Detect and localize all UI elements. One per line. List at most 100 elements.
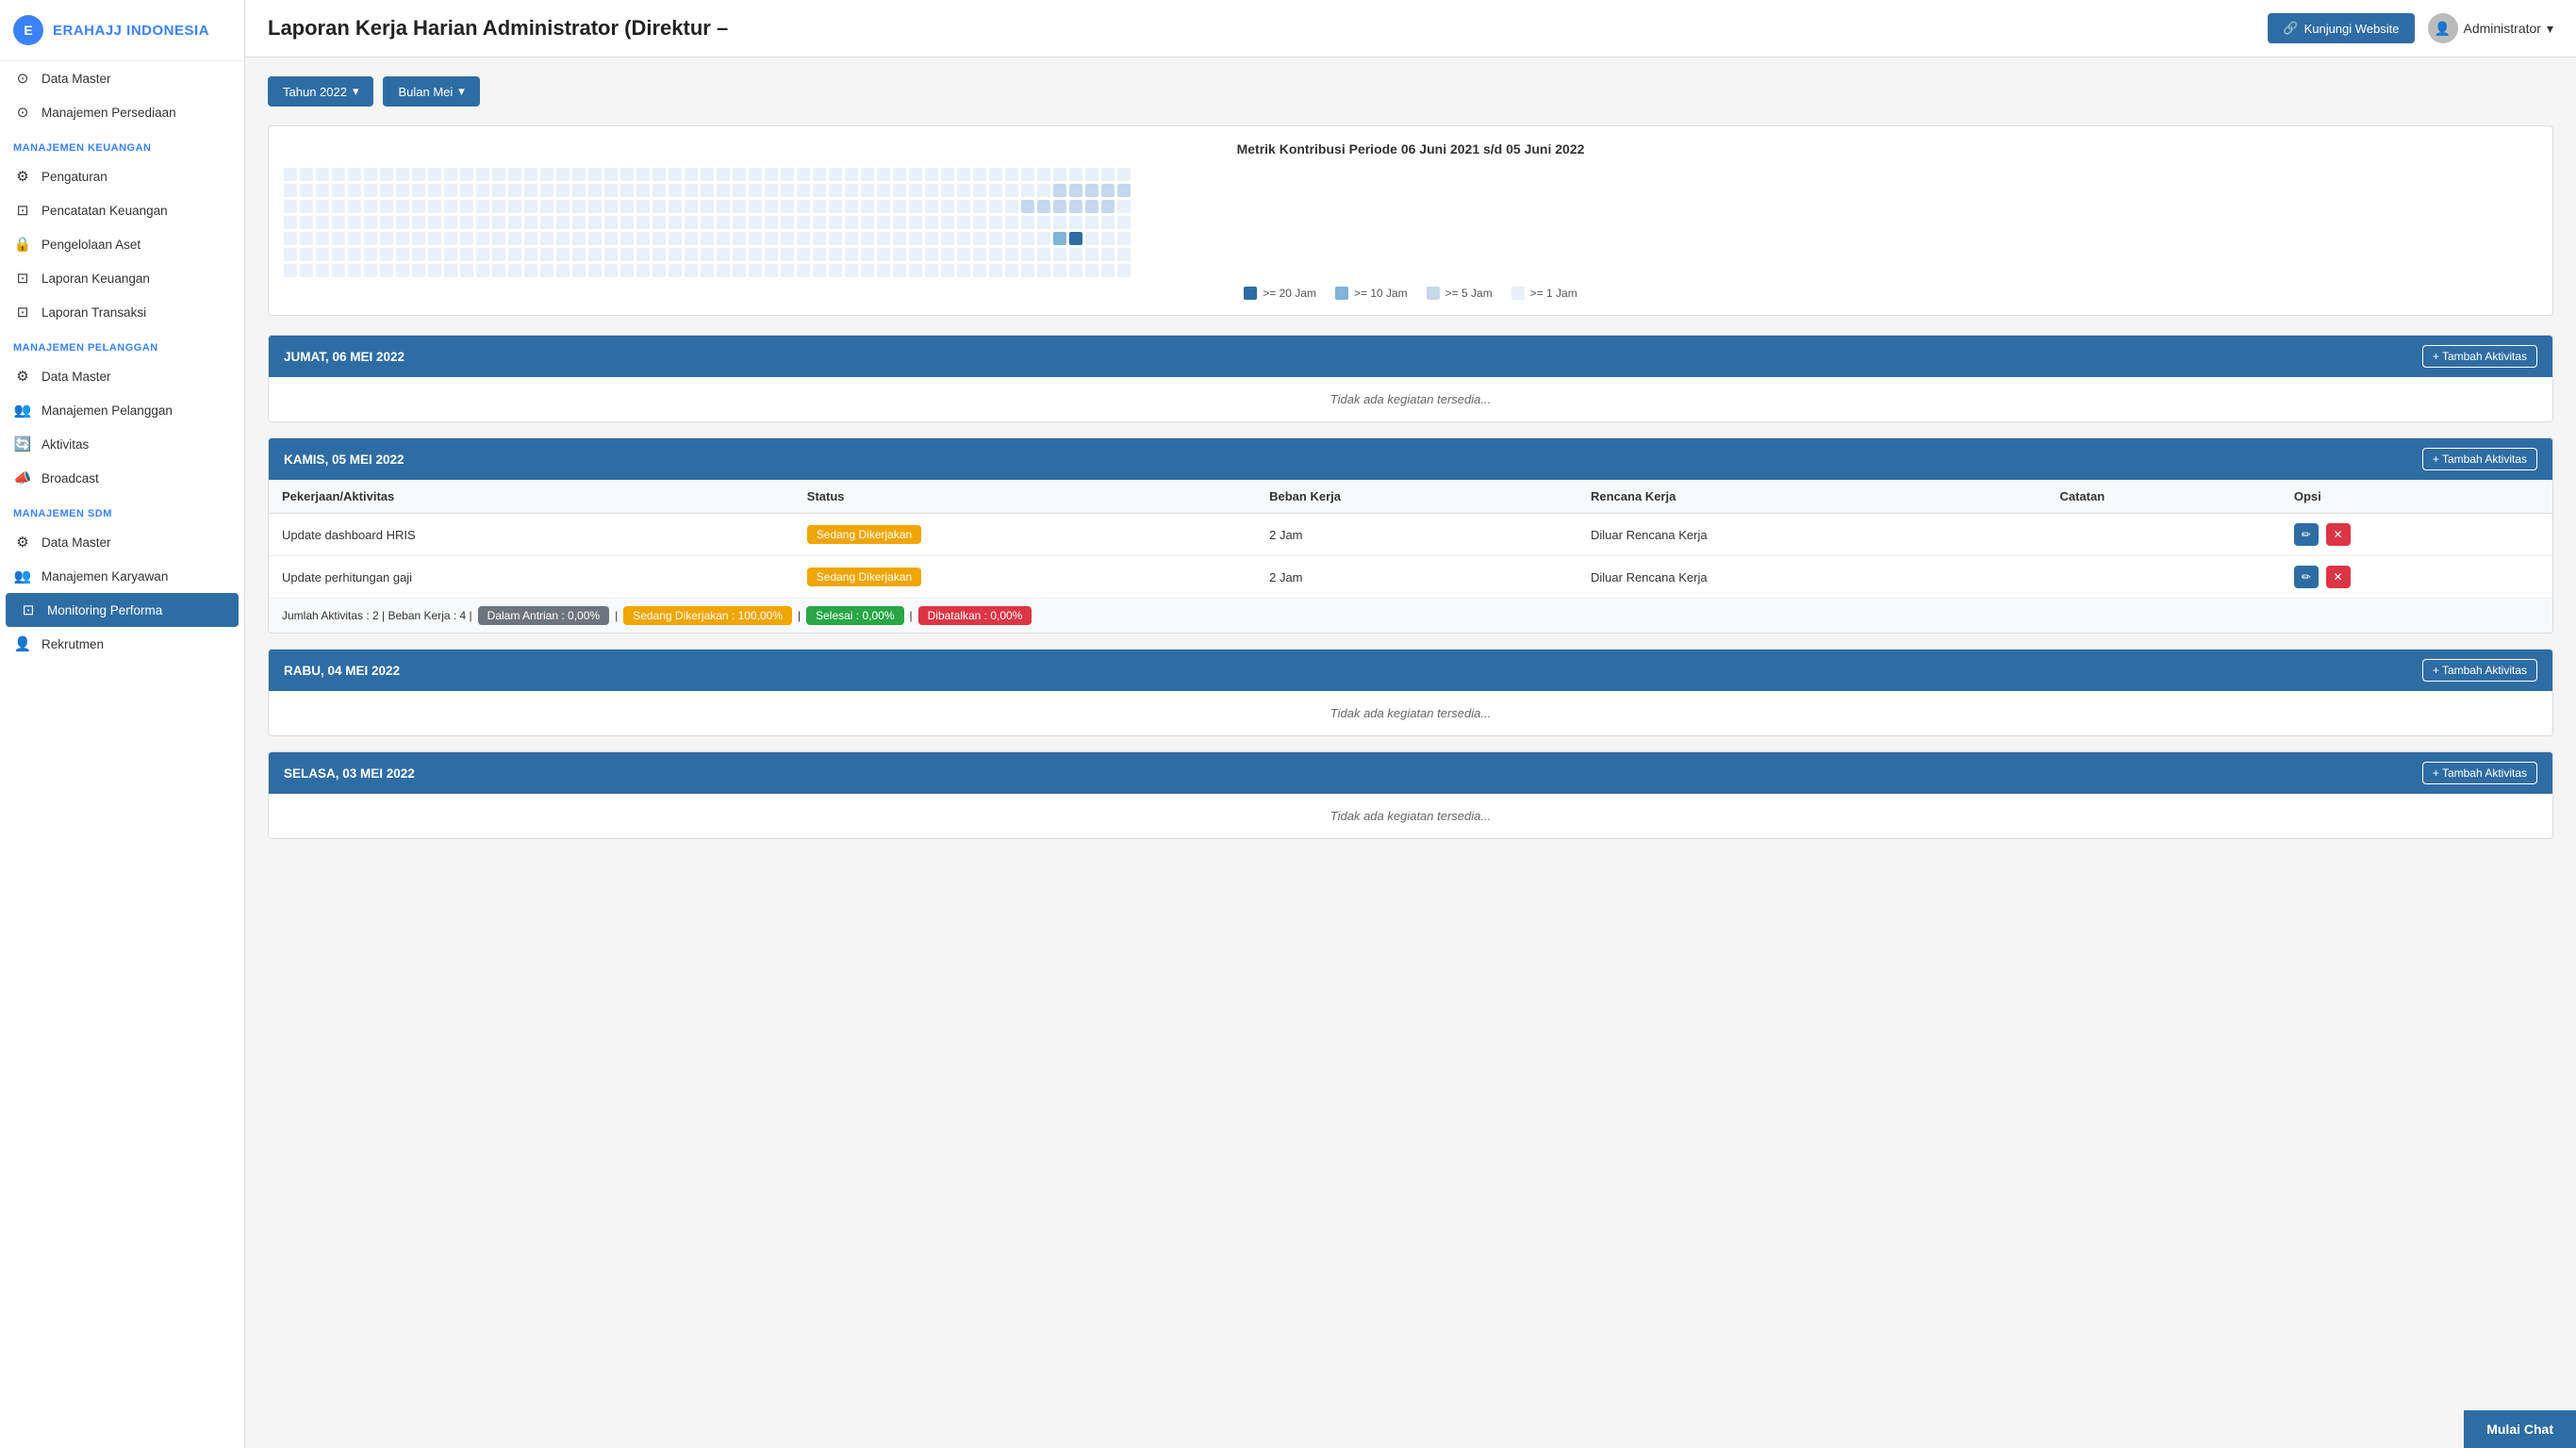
heatmap-cell: [845, 248, 858, 261]
heatmap-cell: [861, 216, 874, 229]
heatmap-cell: [620, 216, 634, 229]
heatmap-cell: [957, 168, 970, 181]
sidebar-item-data-master-top[interactable]: ⊙ Data Master: [0, 61, 244, 95]
cell-catatan: [2046, 556, 2280, 599]
tambah-aktivitas-jumat[interactable]: + Tambah Aktivitas: [2422, 345, 2537, 368]
heatmap-cell: [588, 248, 602, 261]
mulai-chat-button[interactable]: Mulai Chat: [2464, 1410, 2576, 1448]
tambah-aktivitas-kamis[interactable]: + Tambah Aktivitas: [2422, 448, 2537, 470]
heatmap-cell: [1053, 168, 1066, 181]
heatmap-cell: [765, 232, 778, 245]
sidebar-item-pengaturan[interactable]: ⚙ Pengaturan: [0, 159, 244, 193]
heatmap-cell: [829, 232, 842, 245]
heatmap-cell: [941, 264, 954, 277]
heatmap-cell: [749, 248, 762, 261]
heatmap-cell: [877, 200, 890, 213]
heatmap-cell: [925, 168, 938, 181]
heatmap-cell: [941, 232, 954, 245]
heatmap-cell: [893, 248, 906, 261]
content-area: Tahun 2022 ▾ Bulan Mei ▾ Metrik Kontribu…: [245, 58, 2576, 873]
legend-item-20: >= 20 Jam: [1244, 287, 1316, 300]
heatmap-cell: [813, 216, 826, 229]
cell-pekerjaan: Update dashboard HRIS: [269, 514, 794, 556]
day-header-selasa: SELASA, 03 MEI 2022 + Tambah Aktivitas: [269, 752, 2552, 794]
badge-dibatalkan: Dibatalkan : 0,00%: [918, 606, 1032, 625]
logo-text: ERAHAJJ INDONESIA: [53, 23, 209, 39]
delete-button-1[interactable]: ✕: [2326, 523, 2351, 546]
heatmap-cell: [749, 232, 762, 245]
sidebar-item-label: Data Master: [41, 535, 111, 550]
sidebar-item-manajemen-pelanggan[interactable]: 👥 Manajemen Pelanggan: [0, 393, 244, 427]
heatmap-cell: [332, 264, 345, 277]
heatmap-cell: [1021, 200, 1034, 213]
day-label-jumat: JUMAT, 06 MEI 2022: [284, 350, 405, 364]
heatmap-cell: [380, 232, 393, 245]
year-filter-button[interactable]: Tahun 2022 ▾: [268, 76, 373, 107]
edit-button-1[interactable]: ✏: [2294, 523, 2319, 546]
heatmap-cell: [428, 216, 441, 229]
heatmap-cell: [1021, 248, 1034, 261]
heatmap-cell: [492, 184, 505, 197]
heatmap-cell: [669, 184, 682, 197]
heatmap-cell: [1085, 264, 1098, 277]
sidebar-item-aktivitas[interactable]: 🔄 Aktivitas: [0, 427, 244, 461]
heatmap-cell: [909, 184, 922, 197]
heatmap-cell: [925, 248, 938, 261]
sidebar-item-manajemen-persediaan[interactable]: ⊙ Manajemen Persediaan: [0, 95, 244, 129]
sidebar-item-data-master-sdm[interactable]: ⚙ Data Master: [0, 525, 244, 559]
cell-beban: 2 Jam: [1256, 514, 1577, 556]
pipe-separator: |: [910, 609, 913, 622]
heatmap-cell: [332, 248, 345, 261]
heatmap-cell: [1021, 232, 1034, 245]
sidebar-item-laporan-transaksi[interactable]: ⊡ Laporan Transaksi: [0, 295, 244, 329]
doc-icon: ⊡: [13, 270, 32, 287]
heatmap-cell: [1101, 232, 1115, 245]
day-section-selasa: SELASA, 03 MEI 2022 + Tambah Aktivitas T…: [268, 751, 2553, 839]
heatmap-cell: [300, 264, 313, 277]
badge-antrian: Dalam Antrian : 0,00%: [478, 606, 609, 625]
heatmap-cell: [1005, 168, 1018, 181]
tambah-aktivitas-rabu[interactable]: + Tambah Aktivitas: [2422, 659, 2537, 682]
sidebar-item-monitoring-performa[interactable]: ⊡ Monitoring Performa: [6, 593, 239, 627]
heatmap-cell: [813, 248, 826, 261]
sidebar-item-data-master-pelanggan[interactable]: ⚙ Data Master: [0, 359, 244, 393]
heatmap-cell: [1117, 248, 1131, 261]
sidebar-item-pencatatan-keuangan[interactable]: ⊡ Pencatatan Keuangan: [0, 193, 244, 227]
heatmap-cell: [636, 168, 650, 181]
heatmap-cell: [893, 216, 906, 229]
heatmap-cell: [620, 248, 634, 261]
heatmap-cell: [957, 184, 970, 197]
heatmap-cell: [1053, 248, 1066, 261]
sidebar-item-pengelolaan-aset[interactable]: 🔒 Pengelolaan Aset: [0, 227, 244, 261]
heatmap-cell: [845, 264, 858, 277]
edit-button-2[interactable]: ✏: [2294, 566, 2319, 588]
heatmap-cell: [540, 232, 553, 245]
sidebar-item-label: Pencatatan Keuangan: [41, 204, 168, 218]
heatmap-cell: [765, 184, 778, 197]
heatmap-row: [284, 200, 2537, 213]
delete-button-2[interactable]: ✕: [2326, 566, 2351, 588]
heatmap-cell: [1005, 216, 1018, 229]
sidebar-item-laporan-keuangan[interactable]: ⊡ Laporan Keuangan: [0, 261, 244, 295]
heatmap-cell: [316, 216, 329, 229]
heatmap-cell: [428, 184, 441, 197]
admin-dropdown[interactable]: 👤 Administrator ▾: [2428, 13, 2554, 43]
status-badge: Sedang Dikerjakan: [807, 525, 921, 544]
heatmap-cell: [348, 248, 361, 261]
heatmap-cell: [781, 248, 794, 261]
heatmap-cell: [460, 264, 473, 277]
cell-status: Sedang Dikerjakan: [794, 514, 1256, 556]
heatmap-cell: [797, 184, 810, 197]
sidebar-item-rekrutmen[interactable]: 👤 Rekrutmen: [0, 627, 244, 661]
tambah-aktivitas-selasa[interactable]: + Tambah Aktivitas: [2422, 762, 2537, 784]
heatmap-cell: [284, 200, 297, 213]
heatmap-cell: [973, 264, 986, 277]
heatmap-cell: [364, 200, 377, 213]
sidebar-item-broadcast[interactable]: 📣 Broadcast: [0, 461, 244, 495]
heatmap-cell: [636, 232, 650, 245]
heatmap-cell: [588, 184, 602, 197]
heatmap-cell: [1069, 200, 1082, 213]
visit-website-button[interactable]: 🔗 Kunjungi Website: [2268, 13, 2414, 43]
month-filter-button[interactable]: Bulan Mei ▾: [383, 76, 479, 107]
sidebar-item-manajemen-karyawan[interactable]: 👥 Manajemen Karyawan: [0, 559, 244, 593]
